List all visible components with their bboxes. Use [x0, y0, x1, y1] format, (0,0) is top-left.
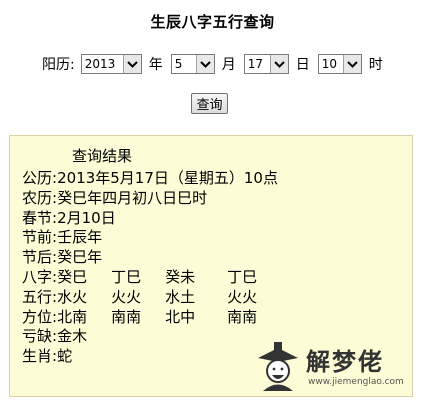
month-select[interactable]: 5: [170, 54, 215, 74]
watermark: 解梦佬 www.jiemenglao.com: [252, 338, 422, 396]
wuxing-label: 五行:: [22, 287, 58, 306]
missing-element-label: 亏缺:: [22, 327, 58, 346]
year-value: 2013: [84, 57, 116, 71]
date-form: 阳历: 2013 年 5 月 17 日 10 时: [42, 52, 391, 76]
solar-date-value: 2013年5月17日（星期五）10点: [57, 169, 278, 187]
page-title: 生辰八字五行查询: [150, 13, 275, 31]
bazi-hour-pillar: 丁巳: [227, 267, 258, 286]
fortune-teller-logo-icon: [254, 340, 302, 396]
after-jieqi-row: 节后:癸巳年: [22, 248, 278, 268]
day-unit: 日: [295, 57, 310, 73]
chevron-down-icon: [269, 55, 288, 73]
bazi-row: 八字:癸巳 丁巳 癸未 丁巳: [22, 268, 278, 288]
zodiac-value: 蛇: [57, 347, 73, 366]
spring-festival-label: 春节:: [22, 208, 58, 227]
before-jieqi-label: 节前:: [22, 228, 58, 247]
spring-festival-row: 春节:2月10日: [22, 209, 278, 229]
year-select[interactable]: 2013: [80, 54, 142, 74]
result-title: 查询结果: [72, 147, 133, 165]
direction-row: 方位:北南 南南 北中 南南: [22, 308, 278, 328]
direction-label: 方位:: [22, 307, 58, 326]
hour-select[interactable]: 10: [317, 54, 362, 74]
day-value: 17: [247, 57, 263, 71]
zodiac-label: 生肖:: [22, 347, 58, 366]
direction-hour: 南南: [227, 307, 258, 326]
hour-value: 10: [321, 57, 337, 71]
lunar-date-label: 农历:: [22, 188, 58, 207]
chevron-down-icon: [122, 55, 141, 73]
watermark-brand: 解梦佬: [306, 348, 384, 376]
month-value: 5: [174, 57, 183, 71]
zodiac-row: 生肖:蛇: [22, 347, 278, 367]
after-jieqi-label: 节后:: [22, 248, 58, 267]
after-jieqi-value: 癸巳年: [57, 248, 103, 267]
hour-unit: 时: [368, 57, 383, 73]
wuxing-year: 水火: [57, 287, 88, 306]
month-unit: 月: [221, 57, 236, 73]
lunar-date-value: 癸巳年四月初八日巳时: [57, 188, 208, 207]
bazi-month-pillar: 丁巳: [111, 267, 142, 286]
watermark-url: www.jiemenglao.com: [308, 377, 404, 387]
solar-date-label: 公历:: [22, 169, 58, 187]
bazi-day-pillar: 癸未: [165, 267, 196, 286]
wuxing-hour: 火火: [227, 287, 258, 306]
wuxing-day: 水土: [165, 287, 196, 306]
result-rows: 公历:2013年5月17日（星期五）10点 农历:癸巳年四月初八日巳时 春节:2…: [22, 169, 278, 367]
bazi-year-pillar: 癸巳: [57, 267, 88, 286]
before-jieqi-value: 壬辰年: [57, 228, 103, 247]
missing-element-value: 金木: [57, 327, 88, 346]
query-button[interactable]: 查询: [191, 93, 228, 114]
direction-year: 北南: [57, 307, 88, 326]
bazi-label: 八字:: [22, 267, 58, 286]
year-unit: 年: [148, 57, 163, 73]
missing-element-row: 亏缺:金木: [22, 327, 278, 347]
lunar-date-row: 农历:癸巳年四月初八日巳时: [22, 189, 278, 209]
before-jieqi-row: 节前:壬辰年: [22, 228, 278, 248]
calendar-label: 阳历:: [42, 57, 75, 73]
spring-festival-value: 2月10日: [57, 208, 116, 227]
direction-month: 南南: [111, 307, 142, 326]
wuxing-row: 五行:水火 火火 水土 火火: [22, 288, 278, 308]
chevron-down-icon: [195, 55, 214, 73]
direction-day: 北中: [165, 307, 196, 326]
day-select[interactable]: 17: [243, 54, 289, 74]
solar-date-row: 公历:2013年5月17日（星期五）10点: [22, 169, 278, 189]
wuxing-month: 火火: [111, 287, 142, 306]
chevron-down-icon: [342, 55, 361, 73]
